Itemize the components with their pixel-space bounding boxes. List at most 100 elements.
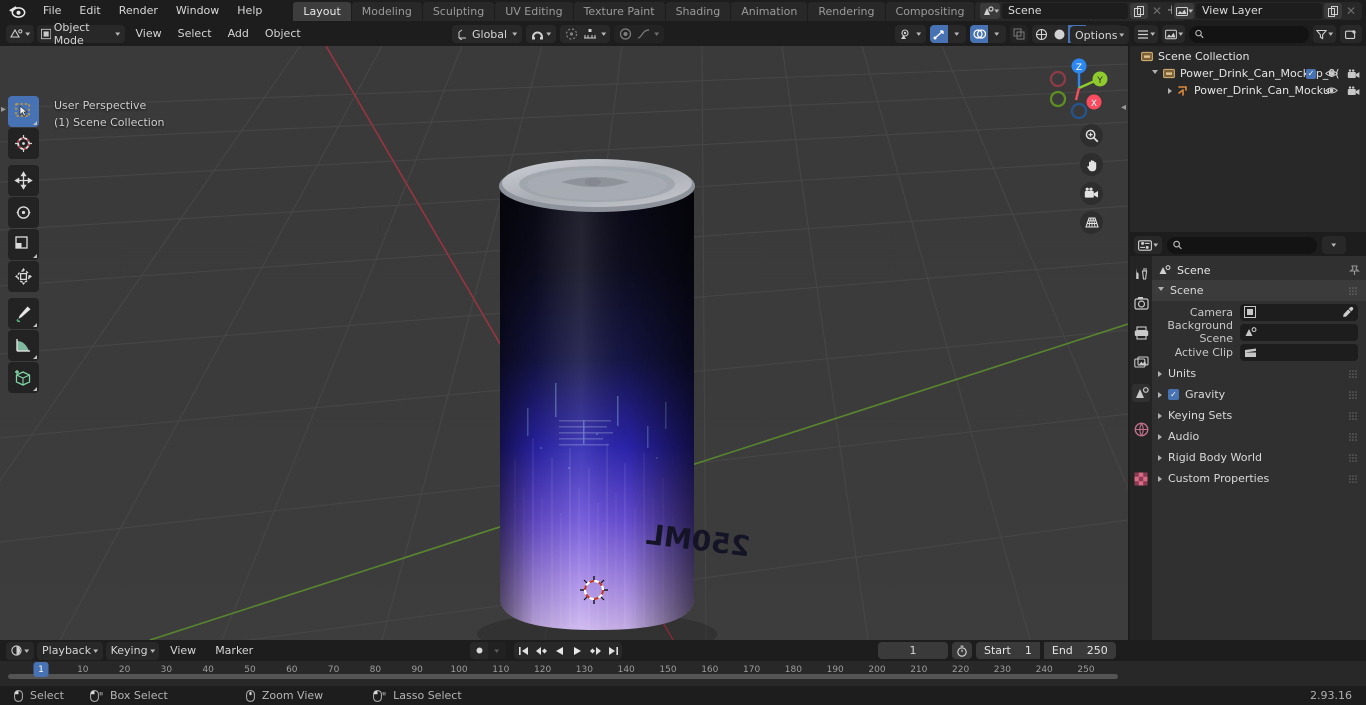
playback-dropdown[interactable]: Playback ▾ [37,641,103,660]
panel-disclosure-icon[interactable] [1158,412,1162,419]
properties-editor-icon[interactable]: ▾ [1134,236,1162,254]
outliner-row[interactable]: Power_Drink_Can_Mocku [1130,82,1366,99]
panel-disclosure-icon[interactable] [1158,287,1164,294]
chevron-down-icon[interactable]: ▾ [488,642,506,659]
navigation-gizmo[interactable]: Z Y X [1045,54,1113,122]
panel-header-gravity[interactable]: ✓ Gravity [1152,384,1366,405]
camera-view-button[interactable] [1080,182,1103,205]
timeline-marker-menu[interactable]: Marker [207,642,261,660]
editor-type-icon[interactable]: ▾ [6,25,34,43]
new-collection-icon[interactable] [1340,25,1362,43]
annotate-tool[interactable] [8,298,39,329]
measure-tool[interactable] [8,330,39,361]
outliner-editor-icon[interactable]: ▾ [1134,25,1158,43]
funnel-icon[interactable]: ▾ [1313,25,1336,43]
workspace-tab-sculpting[interactable]: Sculpting [422,1,495,21]
scene-icon[interactable]: ▾ [980,3,1000,19]
world-tab[interactable] [1132,420,1150,438]
disable-in-renders-icon[interactable] [1347,68,1360,79]
workspace-tab-layout[interactable]: Layout [293,1,351,21]
menu-render[interactable]: Render [110,2,167,20]
move-view-button[interactable] [1080,153,1103,176]
scene-name-field[interactable]: Scene [1002,3,1128,19]
shading-solid-button[interactable] [1050,25,1068,43]
duplicate-icon[interactable] [1324,3,1342,19]
workspace-tab-modeling[interactable]: Modeling [351,1,422,21]
chevron-down-icon[interactable]: ▾ [1322,236,1346,254]
disable-in-renders-icon[interactable] [1347,85,1360,96]
overlays-toggle-group[interactable]: ▾ [970,25,1006,43]
panel-header-keying-sets[interactable]: Keying Sets [1152,405,1366,426]
outliner-search-field[interactable] [1207,27,1304,41]
duplicate-icon[interactable] [1130,3,1148,19]
scene-tab[interactable] [1132,384,1150,402]
viewport-menu-view[interactable]: View [128,25,170,43]
keying-dropdown[interactable]: Keying ▾ [105,641,160,660]
blender-logo-icon[interactable] [6,2,28,20]
panel-header-rigid-body-world[interactable]: Rigid Body World [1152,447,1366,468]
jump-to-end-icon[interactable] [604,642,622,659]
view-layer-tab[interactable] [1132,354,1150,372]
hide-in-viewport-icon[interactable] [1325,69,1338,78]
workspace-tab-texture-paint[interactable]: Texture Paint [573,1,665,21]
end-frame-value[interactable]: 250 [1087,644,1108,657]
play-reverse-icon[interactable] [550,642,568,659]
workspace-tab-compositing[interactable]: Compositing [885,1,975,21]
viewlayer-icon[interactable]: ▾ [1174,3,1194,19]
hide-in-viewport-icon[interactable] [1325,86,1338,95]
cursor-tool[interactable] [8,128,39,159]
tweak-select-box-tool[interactable] [8,96,39,127]
output-tab[interactable] [1132,324,1150,342]
xray-icon[interactable] [1010,25,1028,43]
workspace-tab-rendering[interactable]: Rendering [808,1,885,21]
jump-to-start-icon[interactable] [514,642,532,659]
menu-help[interactable]: Help [228,2,271,20]
visibility-dropdown[interactable]: ▾ [895,25,926,43]
exclude-checkbox[interactable]: ✓ [1306,68,1316,79]
disclosure-triangle-icon[interactable] [1152,70,1158,77]
viewlayer-name-field[interactable]: View Layer [1196,3,1322,19]
panel-disclosure-icon[interactable] [1158,370,1162,377]
proportional-editing-group[interactable]: ▾ [559,25,611,43]
eyedropper-icon[interactable] [1342,306,1354,318]
texture-tab[interactable] [1132,470,1150,488]
panel-enable-checkbox[interactable]: ✓ [1168,389,1179,400]
outliner-row[interactable]: Scene Collection [1130,48,1366,65]
menu-file[interactable]: File [34,2,70,20]
render-tab[interactable] [1132,294,1150,312]
gizmo-icon[interactable] [930,25,948,43]
gizmo-toggle-group[interactable]: ▾ [930,25,966,43]
outliner-display-mode-icon[interactable]: ▾ [1161,25,1186,43]
current-frame-field[interactable]: 1 [878,642,948,659]
zoom-view-button[interactable] [1080,124,1103,147]
viewport-menu-add[interactable]: Add [220,25,257,43]
disclosure-triangle-icon[interactable] [1168,87,1172,94]
sidebar-toggle-icon[interactable]: ◂ [1121,102,1126,113]
timeline-view-menu[interactable]: View [162,642,204,660]
panel-disclosure-icon[interactable] [1158,475,1162,482]
x-icon[interactable]: ✕ [1148,3,1166,19]
workspace-tab-animation[interactable]: Animation [731,1,808,21]
properties-search-field[interactable] [1186,238,1311,252]
pin-icon[interactable] [1349,264,1360,276]
transform-tool[interactable] [8,261,39,292]
outliner-row[interactable]: Power_Drink_Can_Mockup_0(✓ [1130,65,1366,82]
overlays-icon[interactable] [970,25,988,43]
tool-tab[interactable] [1132,264,1150,282]
stopwatch-icon[interactable] [952,642,972,659]
viewport-menu-object[interactable]: Object [257,25,309,43]
chevron-down-icon[interactable]: ▾ [948,25,966,43]
viewport-menu-select[interactable]: Select [170,25,220,43]
play-icon[interactable] [568,642,586,659]
jump-to-keyframe-prev-icon[interactable] [532,642,550,659]
properties-search-input[interactable] [1167,236,1317,254]
transform-orientation-dropdown[interactable]: Global ▾ [452,25,522,43]
panel-header-units[interactable]: Units [1152,363,1366,384]
jump-to-keyframe-next-icon[interactable] [586,642,604,659]
chevron-down-icon[interactable]: ▾ [988,25,1006,43]
property-field-camera[interactable] [1240,303,1358,321]
timeline-playhead[interactable]: 1 [33,662,49,677]
snap-magnet-second[interactable]: ▾ [614,25,664,43]
scene-selector[interactable]: ▾ Scene ✕ [978,2,1168,20]
move-tool[interactable] [8,165,39,196]
